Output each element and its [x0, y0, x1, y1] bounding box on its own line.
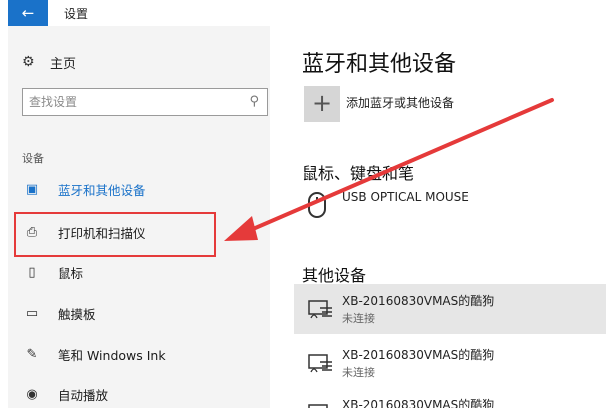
device-name: XB-20160830VMAS的酷狗: [342, 348, 495, 362]
device-name: XB-20160830VMAS的酷狗: [342, 398, 495, 408]
bluetooth-devices-icon: ▣: [25, 181, 39, 197]
sidebar-item-label: 触摸板: [58, 306, 96, 322]
sidebar-item-label: 蓝牙和其他设备: [58, 182, 146, 198]
sidebar-item-label: 鼠标: [58, 265, 84, 281]
add-device-label[interactable]: 添加蓝牙或其他设备: [346, 94, 454, 111]
autoplay-icon: ◉: [26, 386, 38, 402]
sidebar-item-bluetooth[interactable]: ▣ 蓝牙和其他设备: [16, 171, 268, 207]
sidebar-item-mouse[interactable]: ▯ 鼠标: [16, 254, 268, 290]
plus-icon: +: [311, 89, 333, 117]
media-device-icon: [308, 300, 334, 320]
search-icon[interactable]: ⚲: [249, 94, 259, 109]
device-status: 未连接: [342, 366, 375, 379]
mouse-device-icon: [308, 192, 326, 218]
device-row[interactable]: XB-20160830VMAS的酷狗 未连接: [294, 338, 606, 388]
device-name: XB-20160830VMAS的酷狗: [342, 294, 495, 308]
sidebar-item-pen[interactable]: ✎ 笔和 Windows Ink: [16, 336, 268, 372]
pen-icon: ✎: [26, 346, 38, 362]
search-box[interactable]: ⚲: [22, 88, 268, 116]
section-title-other-devices: 其他设备: [302, 266, 367, 285]
sidebar-item-label: 自动播放: [58, 387, 109, 403]
sidebar-item-label: 笔和 Windows Ink: [58, 347, 166, 363]
back-arrow-icon: ←: [21, 4, 35, 22]
back-button[interactable]: ←: [8, 0, 48, 26]
mouse-icon: ▯: [28, 264, 36, 280]
add-device-button[interactable]: +: [304, 86, 340, 122]
home-label: 主页: [50, 56, 77, 72]
device-row[interactable]: XB-20160830VMAS的酷狗: [294, 388, 606, 408]
sidebar-item-touchpad[interactable]: ▭ 触摸板: [16, 295, 268, 331]
mouse-device-name[interactable]: USB OPTICAL MOUSE: [342, 190, 469, 204]
device-status: 未连接: [342, 312, 375, 325]
page-title: 蓝牙和其他设备: [302, 52, 457, 77]
section-title-mouse-keyboard: 鼠标、键盘和笔: [302, 164, 415, 183]
window-title: 设置: [64, 7, 89, 21]
search-input[interactable]: [29, 93, 239, 111]
touchpad-icon: ▭: [25, 305, 39, 321]
section-header-devices: 设备: [22, 152, 44, 165]
gear-icon: ⚙: [22, 54, 35, 70]
annotation-highlight-box: [14, 212, 216, 257]
media-device-icon: [308, 404, 334, 408]
home-nav-item[interactable]: ⚙ 主页: [22, 51, 76, 73]
title-bar: ← 设置: [0, 0, 606, 26]
sidebar-item-autoplay[interactable]: ◉ 自动播放: [16, 376, 268, 408]
device-row[interactable]: XB-20160830VMAS的酷狗 未连接: [294, 284, 606, 334]
media-device-icon: [308, 354, 334, 374]
